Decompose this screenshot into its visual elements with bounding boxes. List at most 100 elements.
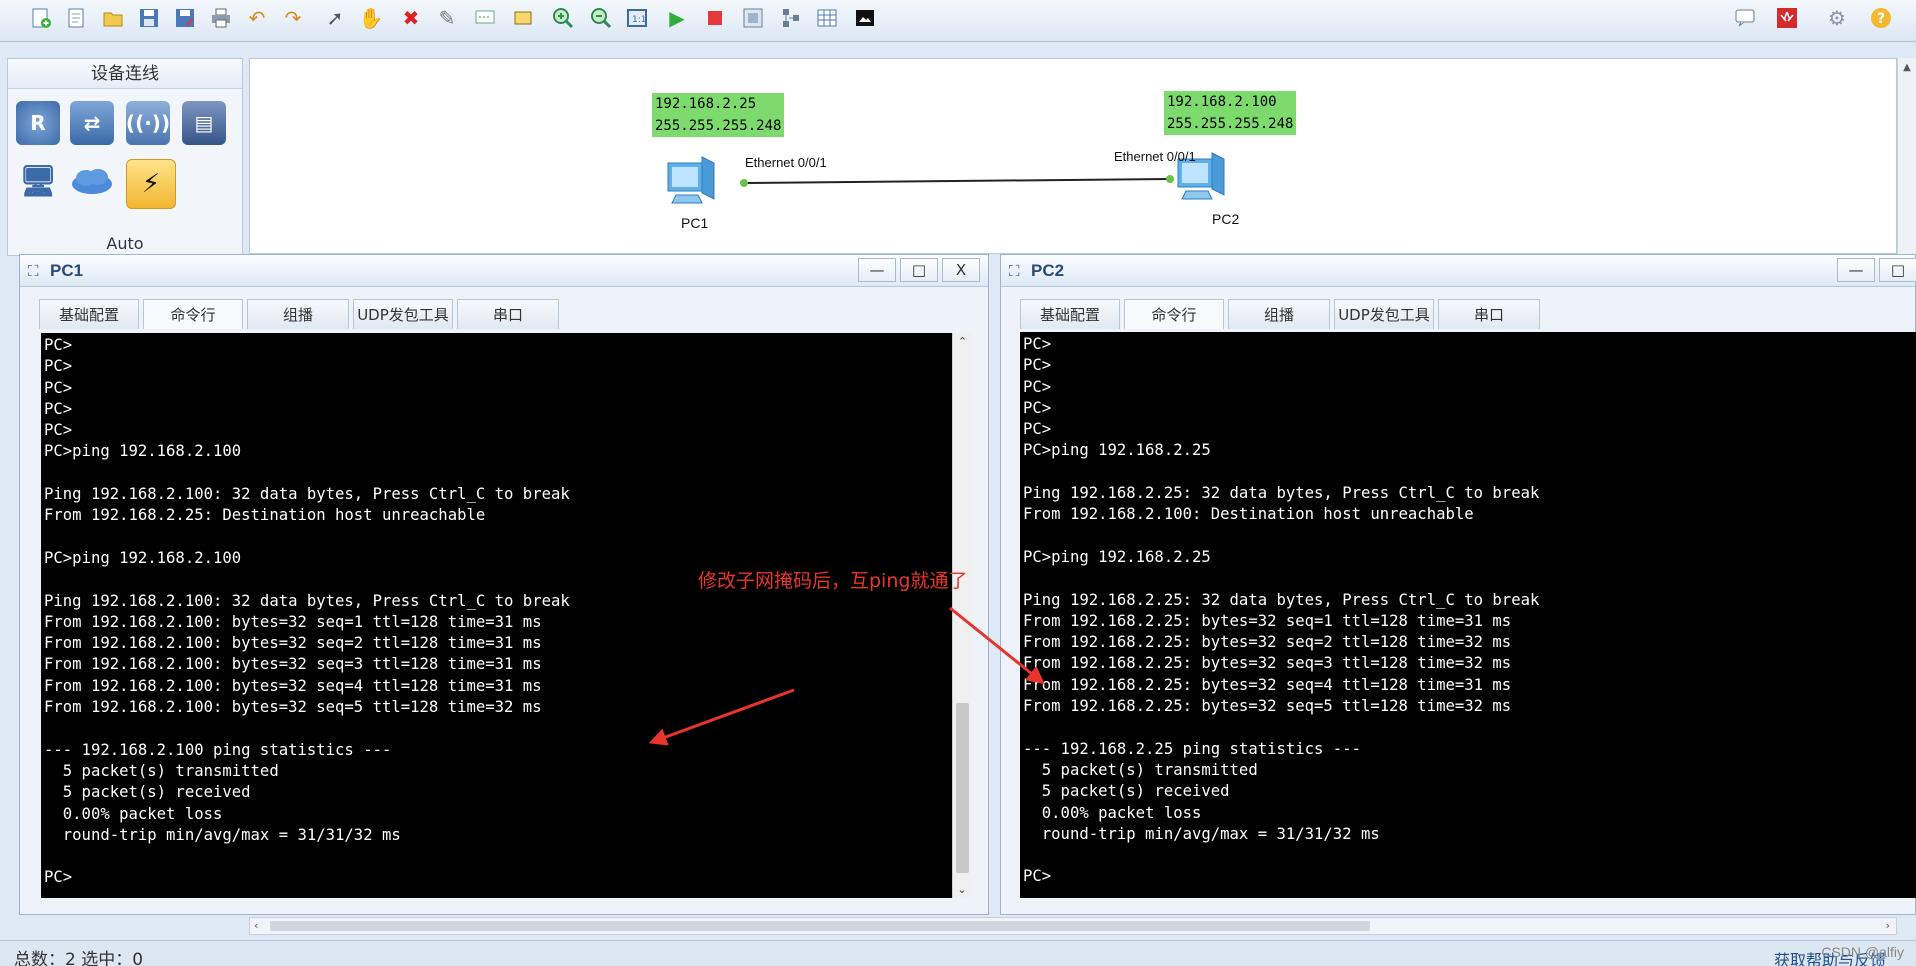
pc1-titlebar[interactable]: ⛶ PC1 — □ X — [20, 255, 988, 287]
terminal-line: PC> — [1023, 420, 1052, 439]
new-topology-icon[interactable] — [26, 3, 56, 33]
pc2-ip: 192.168.2.100 — [1167, 94, 1277, 110]
stop-icon[interactable] — [700, 3, 730, 33]
wireless-icon[interactable]: ((·)) — [126, 101, 170, 145]
firewall-icon[interactable]: ▤ — [182, 101, 226, 145]
terminal-line: PC> — [44, 357, 73, 376]
canvas-horizontal-scrollbar[interactable]: ‹ › — [249, 917, 1897, 935]
zoom-in-icon[interactable] — [548, 3, 578, 33]
pc2-mask: 255.255.255.248 — [1167, 116, 1294, 132]
help-icon[interactable]: ? — [1866, 3, 1896, 33]
terminal-line: From 192.168.2.100: Destination host unr… — [1023, 505, 1474, 524]
save-icon[interactable] — [134, 3, 164, 33]
undo-icon[interactable]: ↶ — [242, 3, 272, 33]
pc-window-icon: ⛶ — [1009, 262, 1020, 280]
scroll-up-icon[interactable]: ⌃ — [953, 335, 972, 348]
text-note-icon[interactable] — [470, 3, 500, 33]
capture-icon[interactable] — [738, 3, 768, 33]
save-as-icon[interactable] — [170, 3, 200, 33]
maximize-button[interactable]: □ — [900, 258, 938, 282]
canvas-vertical-scrollbar[interactable]: ▲ — [1897, 58, 1916, 254]
cable-icon[interactable]: ⚡ — [126, 159, 176, 209]
annotation-text: 修改子网掩码后，互ping就通了 — [698, 570, 968, 592]
screenshot-icon[interactable] — [850, 3, 880, 33]
scroll-down-icon[interactable]: ⌄ — [953, 883, 971, 896]
tab-basic-config[interactable]: 基础配置 — [39, 299, 139, 329]
huawei-logo-icon — [1772, 3, 1802, 33]
terminal-line: From 192.168.2.100: bytes=32 seq=5 ttl=1… — [44, 698, 542, 717]
settings-icon[interactable]: ⚙ — [1822, 3, 1852, 33]
close-button[interactable]: X — [942, 258, 980, 282]
terminal-line: From 192.168.2.100: bytes=32 seq=4 ttl=1… — [44, 676, 542, 695]
terminal-line: PC> — [1023, 335, 1052, 353]
minimize-button[interactable]: — — [858, 258, 896, 282]
pc2-name-label: PC2 — [1212, 211, 1240, 227]
pc1-device-icon[interactable] — [662, 149, 722, 217]
terminal-line: From 192.168.2.25: Destination host unre… — [44, 506, 486, 525]
redo-icon[interactable]: ↷ — [278, 3, 308, 33]
tab-udp-tool[interactable]: UDP发包工具 — [1334, 299, 1434, 329]
scroll-left-icon[interactable]: ‹ — [254, 919, 258, 932]
minimize-button[interactable]: — — [1837, 258, 1875, 282]
topology-icon[interactable] — [776, 3, 806, 33]
scroll-right-icon[interactable]: › — [1886, 919, 1890, 932]
tab-multicast[interactable]: 组播 — [247, 299, 349, 329]
terminal-line: PC> — [44, 378, 73, 397]
router-icon[interactable]: R — [16, 101, 60, 145]
terminal-line: From 192.168.2.25: bytes=32 seq=3 ttl=12… — [1023, 654, 1512, 673]
topology-canvas[interactable]: 192.168.2.25 255.255.255.248 192.168.2.1… — [249, 58, 1897, 254]
print-icon[interactable] — [206, 3, 236, 33]
tab-udp-tool[interactable]: UDP发包工具 — [353, 299, 453, 329]
status-count: 总数：2 选中：0 — [14, 950, 144, 966]
new-file-icon[interactable] — [62, 3, 92, 33]
pc1-window-title: PC1 — [50, 261, 84, 280]
pc1-terminal-scrollbar[interactable]: ⌃ ⌄ — [952, 333, 972, 898]
delete-icon[interactable]: ✖ — [396, 3, 426, 33]
scroll-up-icon[interactable]: ▲ — [1898, 62, 1916, 73]
delete-link-icon[interactable]: ✎ — [432, 3, 462, 33]
terminal-line: PC> — [1023, 377, 1052, 396]
pc2-terminal[interactable]: PC> PC> PC> PC> PC> PC>ping 192.168.2.25 Ping … — [1020, 332, 1916, 898]
select-icon[interactable]: ➚ — [320, 3, 350, 33]
maximize-button[interactable]: □ — [1879, 258, 1916, 282]
table-icon[interactable] — [812, 3, 842, 33]
pc2-ip-label[interactable]: 192.168.2.100 255.255.255.248 — [1164, 91, 1297, 135]
pc2-titlebar[interactable]: ⛶ PC2 — □ — [1001, 255, 1916, 287]
tab-command-line[interactable]: 命令行 — [1124, 299, 1224, 329]
tab-basic-config[interactable]: 基础配置 — [1020, 299, 1120, 329]
scroll-thumb[interactable] — [956, 703, 969, 873]
terminal-line: Ping 192.168.2.100: 32 data bytes, Press… — [44, 591, 570, 610]
device-panel-title: 设备连线 — [8, 59, 242, 89]
svg-text:1:1: 1:1 — [632, 15, 646, 25]
fit-icon[interactable]: 1:1 — [622, 3, 652, 33]
tab-multicast[interactable]: 组播 — [1228, 299, 1330, 329]
open-icon[interactable] — [98, 3, 128, 33]
terminal-line: Ping 192.168.2.25: 32 data bytes, Press … — [1023, 590, 1540, 609]
pc1-ip-label[interactable]: 192.168.2.25 255.255.255.248 — [652, 93, 785, 137]
pc1-port-label: Ethernet 0/0/1 — [745, 155, 827, 170]
pc-icon[interactable]: 🖥 — [16, 159, 60, 203]
terminal-line: 5 packet(s) transmitted — [1023, 760, 1258, 779]
link-line[interactable] — [250, 59, 1896, 253]
chat-icon[interactable] — [1730, 3, 1760, 33]
hand-icon[interactable]: ✋ — [356, 3, 386, 33]
scroll-thumb[interactable] — [270, 921, 1370, 931]
start-icon[interactable]: ▶ — [662, 3, 692, 33]
cloud-icon[interactable] — [70, 159, 114, 203]
tab-command-line[interactable]: 命令行 — [143, 299, 243, 329]
terminal-line: 5 packet(s) transmitted — [44, 761, 279, 780]
terminal-line: round-trip min/avg/max = 31/31/32 ms — [1023, 824, 1380, 843]
pc1-mask: 255.255.255.248 — [655, 118, 782, 134]
switch-icon[interactable]: ⇄ — [70, 101, 114, 145]
zoom-out-icon[interactable] — [586, 3, 616, 33]
terminal-line: 5 packet(s) received — [44, 783, 251, 802]
tab-serial[interactable]: 串口 — [1438, 299, 1540, 329]
tab-serial[interactable]: 串口 — [457, 299, 559, 329]
rectangle-icon[interactable] — [508, 3, 538, 33]
pc1-terminal[interactable]: PC> PC> PC> PC> PC> PC>ping 192.168.2.100 Ping… — [41, 333, 972, 898]
pc2-port-label: Ethernet 0/0/1 — [1114, 149, 1196, 164]
